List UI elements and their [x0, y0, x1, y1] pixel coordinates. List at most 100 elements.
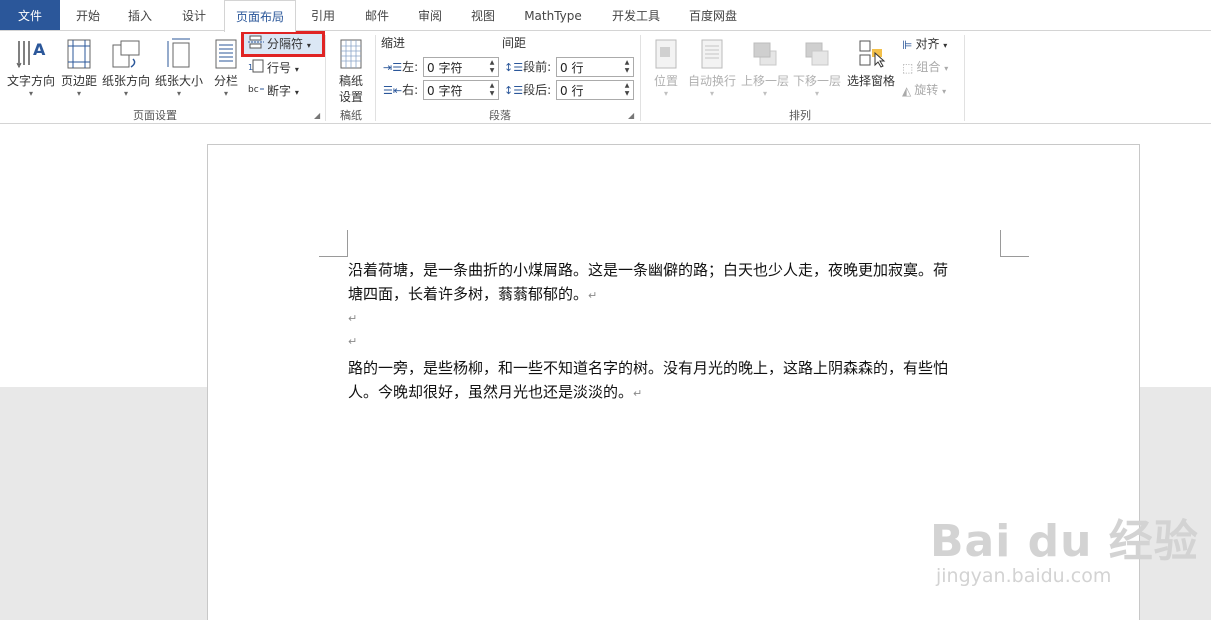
crop-mark-right	[1000, 230, 1029, 257]
paragraph-2[interactable]: 路的一旁，是些杨柳，和一些不知道名字的树。没有月光的晚上，这路上阴森森的，有些怕…	[348, 356, 1008, 406]
position-label: 位置	[653, 74, 678, 88]
group-objects-button[interactable]: ⬚ 组合 ▾	[902, 57, 948, 77]
chevron-down-icon: ▾	[663, 89, 668, 98]
group-objects-label: 组合	[916, 60, 941, 74]
dialog-launcher-icon[interactable]: ◢	[314, 111, 320, 120]
text-direction-button[interactable]: A 文字方向 ▾	[4, 35, 58, 105]
tab-developer[interactable]: 开发工具	[606, 0, 666, 30]
draft-paper-button[interactable]: 稿纸 设置	[330, 35, 372, 105]
ribbon: A 文字方向 ▾ 页边距 ▾ 纸张方向 ▾ 纸张大小 ▾ 分栏 ▾ 分隔符 ▾ …	[0, 30, 1211, 124]
align-label: 对齐	[915, 37, 940, 51]
orientation-icon	[112, 40, 140, 68]
indent-right-icon: ☰⇤	[383, 84, 403, 97]
spinner-icon[interactable]: ▲ ▼	[487, 82, 497, 98]
position-icon	[655, 39, 677, 69]
chevron-down-icon: ▾	[709, 89, 714, 98]
tab-insert[interactable]: 插入	[122, 0, 158, 30]
chevron-down-icon: ▾	[762, 89, 767, 98]
draft-paper-icon	[340, 39, 362, 69]
chevron-down-icon: ▾	[943, 41, 948, 50]
hyphenation-button[interactable]: bc 断字 ▾	[248, 81, 299, 101]
align-button[interactable]: ⊫ 对齐 ▾	[902, 34, 947, 54]
tab-view[interactable]: 视图	[465, 0, 501, 30]
margins-icon	[67, 39, 91, 69]
chevron-down-icon: ▾	[294, 88, 299, 97]
selection-pane-icon	[859, 40, 886, 68]
svg-text:1: 1	[248, 63, 253, 72]
orientation-button[interactable]: 纸张方向 ▾	[100, 35, 152, 105]
spinner-icon[interactable]: ▲ ▼	[487, 59, 497, 75]
spacing-before-input[interactable]: 0 行 ▲ ▼	[556, 57, 634, 77]
send-backward-button[interactable]: 下移一层 ▾	[792, 35, 842, 105]
margins-label: 页边距	[60, 74, 97, 88]
indent-title: 缩进	[381, 36, 406, 50]
columns-icon	[215, 39, 237, 69]
group-divider	[325, 35, 326, 121]
chevron-down-icon: ▾	[176, 89, 181, 98]
orientation-label: 纸张方向	[101, 74, 150, 88]
line-numbers-label: 行号	[267, 61, 292, 75]
spacing-before-icon: ↕☰	[504, 61, 524, 74]
tab-mathtype[interactable]: MathType	[517, 0, 589, 30]
bring-forward-label: 上移一层	[740, 74, 789, 88]
paragraph-1[interactable]: 沿着荷塘，是一条曲折的小煤屑路。这是一条幽僻的路；白天也少人走，夜晚更加寂寞。荷…	[348, 258, 1008, 308]
tab-review[interactable]: 审阅	[412, 0, 448, 30]
tab-design[interactable]: 设计	[176, 0, 212, 30]
rotate-icon: ◭	[902, 83, 912, 98]
baidu-jingyan-watermark: Bai du 经验 jingyan.baidu.com	[930, 520, 1199, 588]
chevron-down-icon: ▾	[223, 89, 228, 98]
line-numbers-icon: 1	[248, 59, 264, 79]
margins-button[interactable]: 页边距 ▾	[59, 35, 99, 105]
indent-right-input[interactable]: 0 字符 ▲ ▼	[423, 80, 499, 100]
tab-baidu-netdisk[interactable]: 百度网盘	[683, 0, 743, 30]
chevron-down-icon: ▾	[294, 65, 299, 74]
text-direction-icon: A	[16, 40, 46, 69]
rotate-button[interactable]: ◭ 旋转 ▾	[902, 80, 946, 100]
page-break-icon	[248, 35, 264, 55]
indent-left-label: ⇥☰左:	[383, 60, 419, 74]
send-backward-label: 下移一层	[792, 74, 841, 88]
indent-right-label: ☰⇤右:	[383, 83, 419, 97]
wrap-text-button[interactable]: 自动换行 ▾	[687, 35, 737, 105]
spinner-icon[interactable]: ▲ ▼	[622, 59, 632, 75]
line-numbers-button[interactable]: 1 行号 ▾	[248, 58, 299, 78]
chevron-down-icon: ▾	[76, 89, 81, 98]
ribbon-tab-bar: 文件 开始 插入 设计 页面布局 引用 邮件 审阅 视图 MathType 开发…	[0, 0, 1211, 32]
paragraph-1-line-2: 塘四面，长着许多树，蓊蓊郁郁的。	[348, 285, 589, 303]
svg-text:bc: bc	[248, 85, 259, 95]
selection-pane-label: 选择窗格	[846, 74, 895, 88]
position-button[interactable]: 位置 ▾	[646, 35, 686, 105]
crop-mark-left	[319, 230, 348, 257]
spacing-before-label: ↕☰段前:	[504, 60, 552, 74]
tab-mailings[interactable]: 邮件	[359, 0, 395, 30]
selection-pane-button[interactable]: 选择窗格	[845, 35, 897, 105]
indent-left-icon: ⇥☰	[383, 61, 403, 74]
tab-file[interactable]: 文件	[0, 0, 60, 30]
paragraph-group-label: 段落	[489, 109, 511, 122]
columns-button[interactable]: 分栏 ▾	[208, 35, 244, 105]
tab-home[interactable]: 开始	[70, 0, 106, 30]
watermark-url: jingyan.baidu.com	[936, 565, 1112, 587]
dialog-launcher-icon[interactable]: ◢	[628, 111, 634, 120]
paper-size-icon	[167, 38, 190, 68]
spacing-after-input[interactable]: 0 行 ▲ ▼	[556, 80, 634, 100]
breaks-button[interactable]: 分隔符 ▾	[241, 31, 325, 57]
svg-text:A: A	[33, 40, 46, 59]
bring-forward-button[interactable]: 上移一层 ▾	[740, 35, 790, 105]
rotate-label: 旋转	[914, 83, 939, 97]
draft-group-label: 稿纸	[340, 109, 362, 122]
spinner-icon[interactable]: ▲ ▼	[622, 82, 632, 98]
group-divider	[375, 35, 376, 121]
arrange-group-label: 排列	[789, 109, 811, 122]
tab-references[interactable]: 引用	[305, 0, 341, 30]
text-direction-label: 文字方向	[6, 74, 55, 88]
spacing-after-label: ↕☰段后:	[504, 83, 552, 97]
breaks-label: 分隔符	[267, 37, 304, 51]
size-label: 纸张大小	[154, 74, 203, 88]
tab-page-layout[interactable]: 页面布局	[224, 0, 296, 32]
size-button[interactable]: 纸张大小 ▾	[153, 35, 205, 105]
send-backward-icon	[805, 42, 829, 66]
group-icon: ⬚	[902, 60, 914, 75]
hyphenation-icon: bc	[248, 82, 264, 102]
indent-left-input[interactable]: 0 字符 ▲ ▼	[423, 57, 499, 77]
